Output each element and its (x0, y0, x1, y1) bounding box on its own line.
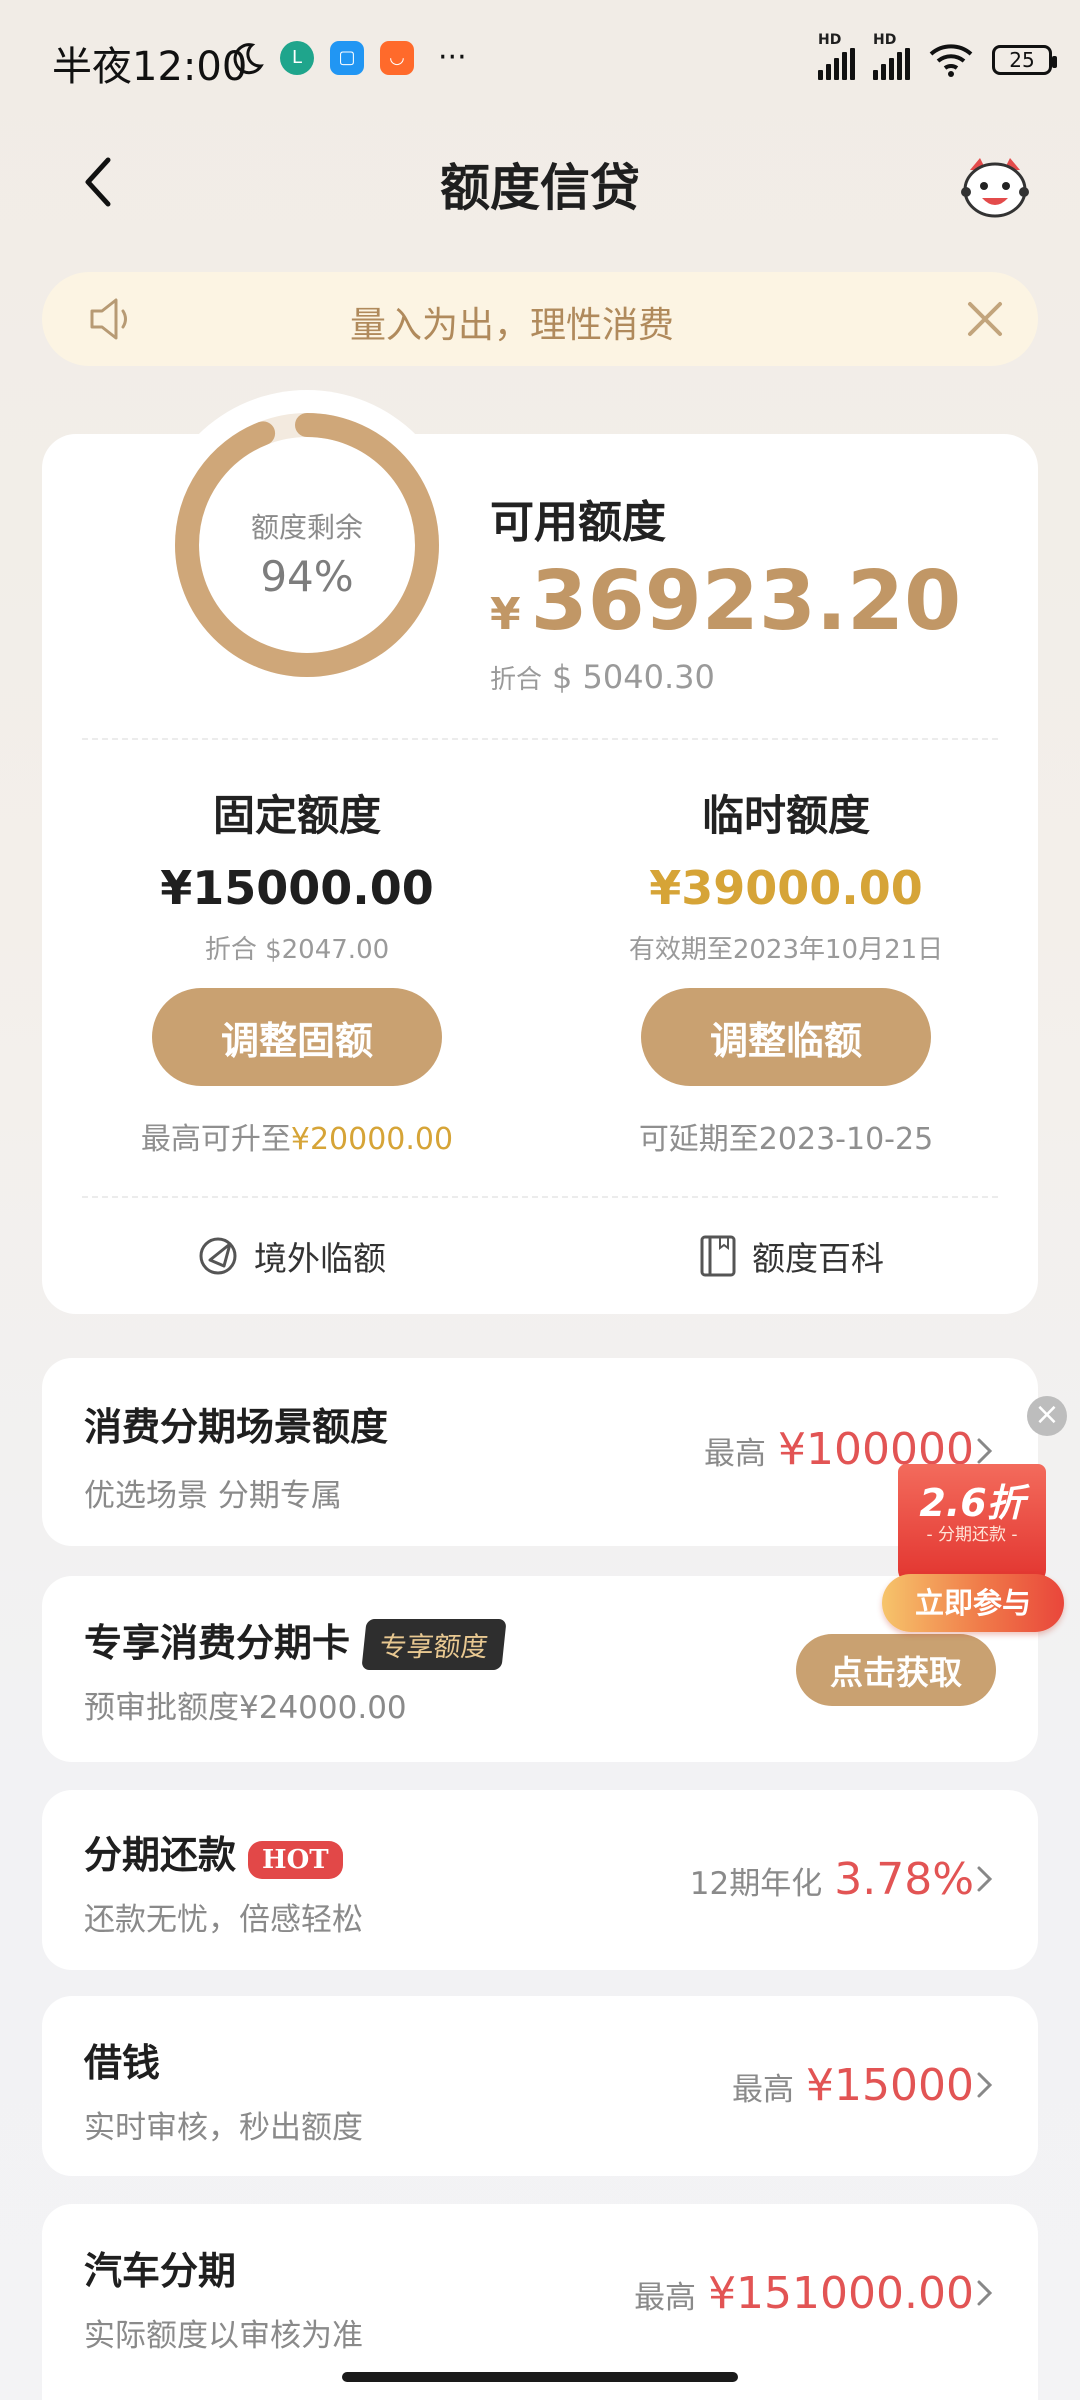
chevron-right-icon (977, 1866, 993, 1892)
home-indicator[interactable] (342, 2372, 738, 2382)
signal-icon: HD (818, 32, 855, 80)
temp-title: 临时额度 (701, 791, 870, 840)
item-title: 借钱 (84, 2041, 161, 2085)
divider (82, 738, 998, 740)
app-notification-icon: ◡ (380, 40, 414, 75)
credit-wiki-label: 额度百科 (752, 1239, 884, 1278)
item-subtitle: 预审批额度¥24000.00 (84, 1690, 407, 1726)
item-value: 最高 ¥15000 (732, 2060, 974, 2111)
join-now-button[interactable]: 立即参与 (882, 1574, 1064, 1632)
nav-bar: 额度信贷 (0, 130, 1080, 240)
item-title: 专享消费分期卡 专享额度 (84, 1612, 507, 1670)
item-subtitle: 实时审核，秒出额度 (84, 2110, 363, 2146)
promo-discount: 2.6折 (919, 1481, 1025, 1525)
item-value: 最高 ¥151000.00 (634, 2268, 974, 2319)
item-subtitle: 实际额度以审核为准 (84, 2318, 363, 2354)
chevron-right-icon (977, 2280, 993, 2306)
temp-validity: 有效期至2023年10月21日 (628, 935, 944, 965)
close-icon[interactable] (962, 296, 1008, 342)
credit-wiki-link[interactable]: 额度百科 (698, 1232, 884, 1280)
status-icons: L ▢ ◡ ··· (230, 40, 467, 75)
exclusive-tag: 专享额度 (361, 1619, 507, 1670)
credit-card: 额度剩余 94% 可用额度 ¥36923.20 折合 $ 5040.30 固定额度… (42, 390, 1038, 1314)
signal-icon: HD (873, 32, 910, 80)
book-icon (700, 1235, 736, 1277)
fixed-credit: 固定额度 ¥15000.00 折合 $2047.00 调整固额 最高可升至¥20… (87, 782, 507, 1158)
promo-close-icon[interactable]: × (1027, 1396, 1067, 1436)
system-icons: HD HD 25 (818, 32, 1057, 80)
hot-tag: HOT (248, 1841, 343, 1879)
chevron-right-icon (977, 2072, 993, 2098)
remaining-ring: 额度剩余 94% (152, 390, 462, 700)
mascot-icon[interactable] (960, 152, 1030, 222)
overseas-temp-label: 境外临额 (254, 1239, 386, 1278)
available-title: 可用额度 (490, 497, 666, 548)
item-value: 12期年化 3.78% (689, 1854, 974, 1905)
list-item-installment-repay[interactable]: 分期还款 HOT 还款无忧，倍感轻松 12期年化 3.78% (42, 1790, 1038, 1970)
list-item-borrow[interactable]: 借钱 实时审核，秒出额度 最高 ¥15000 (42, 1996, 1038, 2176)
page-title: 额度信贷 (440, 159, 640, 217)
notice-text: 量入为出，理性消费 (349, 305, 674, 346)
promo-subtitle: - 分期还款 - (926, 1525, 1018, 1545)
available-amount: ¥36923.20 (490, 554, 962, 649)
app-notification-icon: ▢ (330, 40, 364, 75)
overseas-temp-link[interactable]: 境外临额 (196, 1232, 386, 1280)
promo-float[interactable]: × 2.6折 - 分期还款 - 立即参与 (882, 1396, 1070, 1636)
plane-icon (199, 1237, 237, 1275)
fixed-converted: 折合 $2047.00 (204, 935, 390, 965)
ring-percent: 94% (260, 552, 354, 601)
adjust-temp-button[interactable]: 调整临额 (641, 988, 931, 1086)
item-title: 分期还款 HOT (84, 1824, 343, 1879)
red-envelope: 2.6折 - 分期还款 - (898, 1464, 1046, 1584)
temp-extend-note: 可延期至2023-10-25 (638, 1122, 934, 1157)
get-button[interactable]: 点击获取 (796, 1634, 996, 1706)
divider (82, 1196, 998, 1198)
available-converted: 折合 $ 5040.30 (490, 658, 715, 696)
adjust-fixed-button[interactable]: 调整固额 (152, 988, 442, 1086)
item-title: 汽车分期 (84, 2249, 237, 2293)
notice-banner: 量入为出，理性消费 (42, 272, 1038, 366)
fixed-title: 固定额度 (212, 791, 381, 840)
status-time: 半夜12:00 (52, 44, 248, 90)
fixed-amount: ¥15000.00 (160, 861, 434, 915)
item-subtitle: 优选场景 分期专属 (84, 1478, 342, 1514)
ring-label: 额度剩余 (250, 511, 363, 544)
temp-amount: ¥39000.00 (649, 861, 923, 915)
moon-icon (233, 42, 264, 74)
fixed-max-note: 最高可升至¥20000.00 (140, 1122, 454, 1157)
app-notification-icon: L (280, 40, 314, 75)
temporary-credit: 临时额度 ¥39000.00 有效期至2023年10月21日 调整临额 可延期至… (576, 782, 996, 1158)
list-item-car-loan[interactable]: 汽车分期 实际额度以审核为准 最高 ¥151000.00 (42, 2204, 1038, 2400)
item-subtitle: 还款无忧，倍感轻松 (84, 1902, 363, 1938)
item-title: 消费分期场景额度 (84, 1405, 389, 1449)
status-bar: 半夜12:00 L ▢ ◡ ··· HD HD 25 (0, 0, 1080, 120)
wifi-icon (929, 44, 973, 77)
more-notifications-icon: ··· (438, 40, 467, 75)
battery-icon: 25 (992, 45, 1057, 75)
